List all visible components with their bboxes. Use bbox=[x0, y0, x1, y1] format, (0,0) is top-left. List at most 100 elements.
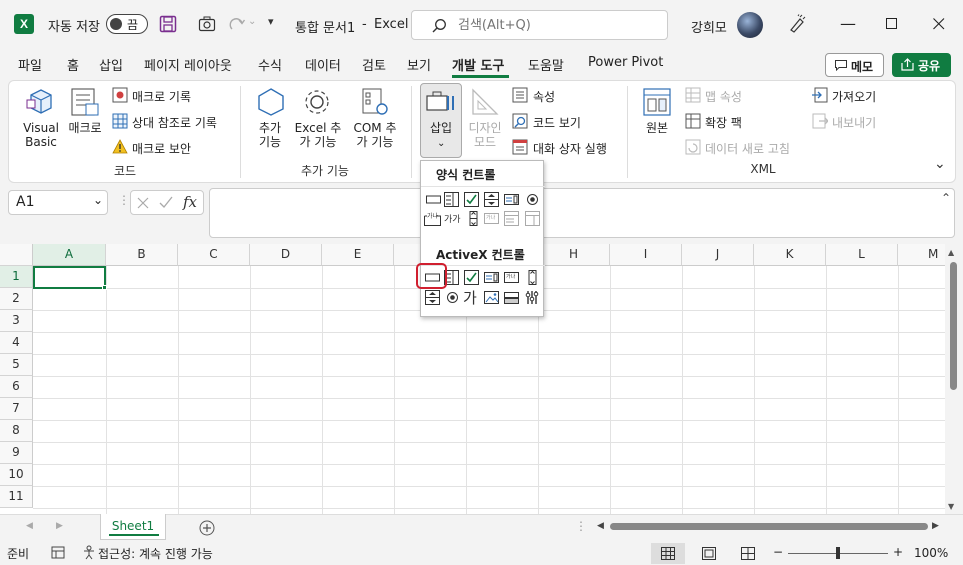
formula-input[interactable]: ⌃ bbox=[209, 188, 955, 238]
expansion-packs-button[interactable]: 확장 팩 bbox=[705, 114, 742, 131]
activex-label-icon[interactable]: 가 bbox=[463, 287, 477, 308]
normal-view-button[interactable] bbox=[651, 543, 685, 564]
page-break-view-icon[interactable] bbox=[741, 547, 755, 560]
form-button-control-icon[interactable] bbox=[426, 192, 441, 207]
page-layout-view-icon[interactable] bbox=[702, 547, 716, 560]
import-button[interactable]: 가져오기 bbox=[832, 88, 876, 105]
share-button[interactable]: 공유 bbox=[892, 53, 951, 77]
activex-option-button-icon[interactable] bbox=[445, 290, 460, 305]
autosave-toggle[interactable]: 끔 bbox=[106, 14, 148, 34]
scroll-up-icon[interactable]: ▲ bbox=[948, 248, 954, 257]
activex-more-controls-icon[interactable] bbox=[525, 290, 540, 305]
visual-basic-button[interactable]: Visual Basic bbox=[18, 121, 64, 149]
row-header[interactable]: 9 bbox=[0, 442, 33, 464]
row-header[interactable]: 4 bbox=[0, 332, 33, 354]
tab-file[interactable]: 파일 bbox=[18, 55, 42, 77]
search-input[interactable] bbox=[458, 16, 658, 34]
row-header[interactable]: 1 bbox=[0, 266, 33, 288]
vertical-scroll-thumb[interactable] bbox=[950, 262, 957, 390]
column-header[interactable]: M bbox=[898, 244, 945, 266]
column-header[interactable]: J bbox=[682, 244, 754, 266]
tab-view[interactable]: 보기 bbox=[407, 55, 431, 77]
form-listbox-control-icon[interactable] bbox=[504, 192, 519, 207]
tab-power-pivot[interactable]: Power Pivot bbox=[588, 55, 663, 77]
expand-formula-bar-icon[interactable]: ⌃ bbox=[941, 191, 951, 205]
user-name[interactable]: 강희모 bbox=[691, 17, 727, 36]
row-header[interactable]: 11 bbox=[0, 486, 33, 508]
form-option-button-control-icon[interactable] bbox=[525, 192, 540, 207]
record-macro-button[interactable]: 매크로 기록 bbox=[132, 88, 191, 105]
column-header[interactable]: D bbox=[250, 244, 322, 266]
form-combo-dropdown-control-icon[interactable] bbox=[525, 211, 540, 226]
search-box[interactable] bbox=[411, 10, 668, 40]
maximize-icon[interactable] bbox=[886, 18, 898, 30]
column-header[interactable]: C bbox=[178, 244, 250, 266]
row-header[interactable]: 3 bbox=[0, 310, 33, 332]
scroll-down-icon[interactable]: ▼ bbox=[948, 502, 954, 511]
tab-review[interactable]: 검토 bbox=[362, 55, 386, 77]
close-icon[interactable] bbox=[933, 18, 945, 30]
tab-data[interactable]: 데이터 bbox=[305, 55, 341, 77]
tab-home[interactable]: 홈 bbox=[67, 55, 79, 77]
scroll-left-icon[interactable]: ◀ bbox=[597, 521, 604, 531]
selected-cell-a1[interactable] bbox=[33, 266, 106, 289]
activex-toggle-button-icon[interactable] bbox=[504, 290, 519, 305]
activex-checkbox-icon[interactable] bbox=[464, 270, 479, 285]
activex-textbox-icon[interactable]: 가나 bbox=[504, 270, 519, 285]
name-box-dropdown-icon[interactable]: ⌄ bbox=[93, 193, 103, 207]
column-header[interactable]: K bbox=[754, 244, 826, 266]
activex-image-icon[interactable] bbox=[484, 290, 499, 305]
xml-source-button[interactable]: 원본 bbox=[638, 121, 676, 135]
macro-security-button[interactable]: 매크로 보안 bbox=[132, 140, 191, 157]
designer-pen-icon[interactable] bbox=[787, 14, 807, 34]
redo-icon[interactable] bbox=[228, 15, 246, 33]
relative-reference-button[interactable]: 상대 참조로 기록 bbox=[132, 114, 217, 131]
design-mode-button[interactable]: 디자인 모드 bbox=[465, 121, 505, 149]
properties-button[interactable]: 속성 bbox=[533, 88, 555, 105]
activex-spin-button-icon[interactable] bbox=[425, 290, 440, 305]
tab-developer[interactable]: 개발 도구 bbox=[452, 55, 504, 77]
row-header[interactable]: 5 bbox=[0, 354, 33, 376]
row-header[interactable]: 7 bbox=[0, 398, 33, 420]
add-sheet-icon[interactable] bbox=[199, 520, 215, 536]
export-button[interactable]: 내보내기 bbox=[832, 114, 876, 131]
view-code-button[interactable]: 코드 보기 bbox=[533, 114, 581, 131]
tab-split-grip-icon[interactable]: ⋮ bbox=[575, 519, 587, 533]
minimize-icon[interactable]: — bbox=[840, 14, 856, 33]
select-all-corner[interactable] bbox=[0, 244, 33, 266]
row-header[interactable]: 8 bbox=[0, 420, 33, 442]
tab-help[interactable]: 도움말 bbox=[528, 55, 564, 77]
row-header[interactable]: 10 bbox=[0, 464, 33, 486]
collapse-ribbon-icon[interactable]: ⌄ bbox=[934, 156, 946, 172]
tab-insert[interactable]: 삽입 bbox=[99, 55, 123, 77]
form-checkbox-control-icon[interactable] bbox=[464, 192, 479, 207]
column-header[interactable]: E bbox=[322, 244, 394, 266]
scroll-right-icon[interactable]: ▶ bbox=[932, 521, 939, 531]
form-spinner-control-icon[interactable] bbox=[484, 192, 499, 207]
form-scrollbar-control-icon[interactable] bbox=[466, 211, 481, 226]
form-combo-list-control-icon[interactable] bbox=[504, 211, 519, 226]
form-label-control-icon[interactable]: 가가 bbox=[444, 212, 461, 225]
tab-page-layout[interactable]: 페이지 레이아웃 bbox=[144, 55, 232, 77]
refresh-data-button[interactable]: 데이터 새로 고침 bbox=[705, 140, 790, 157]
sheet-tab[interactable]: Sheet1 bbox=[100, 514, 166, 540]
prev-sheet-icon[interactable]: ◀ bbox=[26, 521, 33, 531]
column-header[interactable]: B bbox=[106, 244, 178, 266]
camera-icon[interactable] bbox=[198, 15, 216, 33]
next-sheet-icon[interactable]: ▶ bbox=[56, 521, 63, 531]
macro-button[interactable]: 매크로 bbox=[65, 121, 105, 135]
memo-button[interactable]: 메모 bbox=[825, 53, 884, 77]
activex-scrollbar-icon[interactable] bbox=[525, 270, 540, 285]
customize-qat-icon[interactable]: ▾ bbox=[268, 15, 274, 28]
form-textfield-control-icon[interactable]: 가나 bbox=[484, 211, 499, 226]
com-addins-button[interactable]: COM 추가 기능 bbox=[348, 121, 402, 149]
excel-addins-button[interactable]: Excel 추가 기능 bbox=[292, 121, 344, 149]
cancel-icon[interactable] bbox=[137, 197, 149, 209]
accessibility-icon[interactable] bbox=[82, 545, 96, 560]
column-header[interactable]: H bbox=[538, 244, 610, 266]
fill-handle[interactable] bbox=[102, 285, 107, 290]
addins-button[interactable]: 추가 기능 bbox=[252, 121, 288, 149]
insert-function-icon[interactable]: fx bbox=[183, 193, 197, 211]
run-dialog-button[interactable]: 대화 상자 실행 bbox=[533, 140, 607, 157]
row-header[interactable]: 6 bbox=[0, 376, 33, 398]
